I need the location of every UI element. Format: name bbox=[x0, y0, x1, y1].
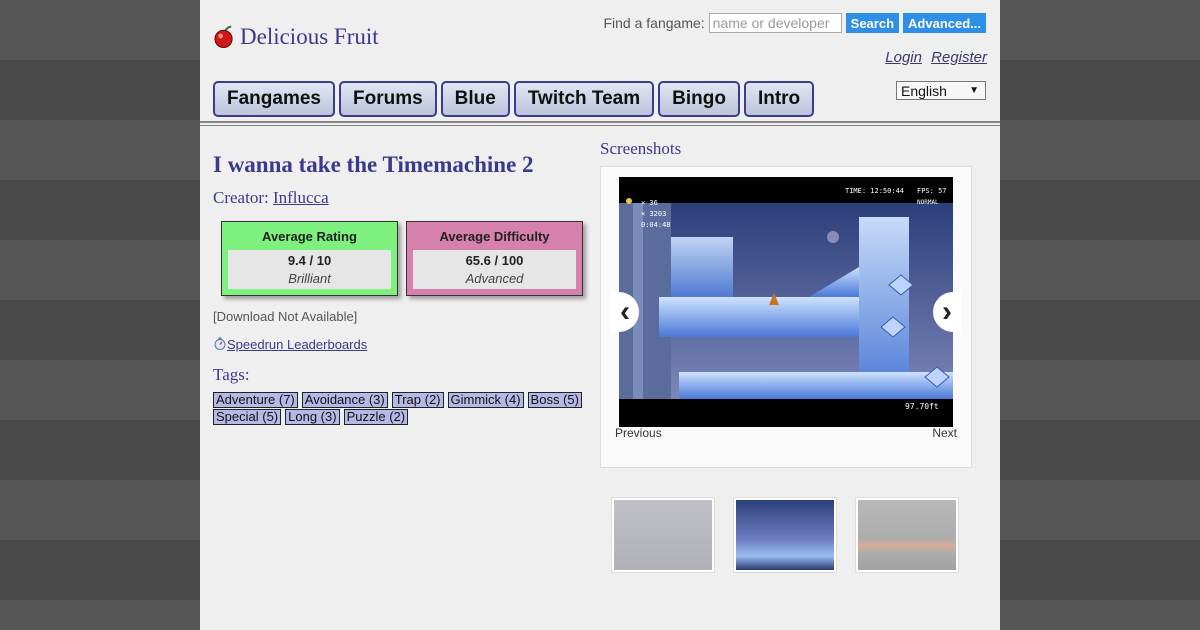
page-container: Delicious Fruit Find a fangame: Search A… bbox=[200, 0, 1000, 630]
nav-bingo[interactable]: Bingo bbox=[658, 81, 740, 117]
tag-long[interactable]: Long (3) bbox=[285, 409, 340, 425]
speedrun-line: Speedrun Leaderboards bbox=[213, 337, 367, 352]
tag-special[interactable]: Special (5) bbox=[213, 409, 282, 425]
average-difficulty-box: Average Difficulty 65.6 / 100 Advanced bbox=[406, 221, 583, 296]
speedrun-link[interactable]: Speedrun Leaderboards bbox=[213, 337, 367, 352]
speedrun-label: Speedrun Leaderboards bbox=[227, 337, 368, 352]
stopwatch-icon bbox=[214, 337, 226, 350]
screenshot-thumbnail-1[interactable] bbox=[611, 497, 715, 573]
screenshot-thumbnail-3[interactable] bbox=[855, 497, 959, 573]
hud-time: TIME: 12:50:44 bbox=[845, 187, 904, 195]
tag-trap[interactable]: Trap (2) bbox=[391, 392, 444, 408]
average-rating-inner: 9.4 / 10 Brilliant bbox=[228, 250, 391, 289]
average-rating-word: Brilliant bbox=[288, 271, 331, 286]
average-difficulty-value: 65.6 / 100 bbox=[465, 253, 524, 268]
hud-counter-1: × 36 bbox=[641, 199, 658, 207]
nav-blue[interactable]: Blue bbox=[440, 81, 510, 117]
nav-twitch-team[interactable]: Twitch Team bbox=[513, 81, 655, 117]
site-name: Delicious Fruit bbox=[240, 24, 379, 49]
tags-title: Tags: bbox=[213, 365, 250, 384]
average-rating-value: 9.4 / 10 bbox=[287, 253, 332, 268]
creator-label: Creator: bbox=[213, 188, 269, 207]
average-difficulty-title: Average Difficulty bbox=[439, 229, 550, 244]
tag-puzzle[interactable]: Puzzle (2) bbox=[343, 409, 409, 425]
thumbnail-image-1 bbox=[614, 500, 712, 570]
average-rating-box: Average Rating 9.4 / 10 Brilliant bbox=[221, 221, 398, 296]
game-screenshot-art: × 36 × 3203 0:04:48 TIME: 12:50:44 FPS: … bbox=[619, 177, 953, 427]
cherry-icon bbox=[214, 25, 233, 49]
nav-fangames[interactable]: Fangames bbox=[213, 81, 335, 117]
game-title: I wanna take the Timemachine 2 bbox=[213, 152, 534, 177]
caret-down-icon: ▼ bbox=[969, 85, 979, 96]
screenshots-title: Screenshots bbox=[600, 139, 682, 158]
language-select[interactable]: English ▼ bbox=[896, 81, 986, 100]
hud-counter-3: 0:04:48 bbox=[641, 221, 671, 229]
login-link[interactable]: Login bbox=[885, 49, 922, 66]
hud-bottom: 97.70ft bbox=[905, 402, 939, 411]
carousel-next-label[interactable]: Next bbox=[932, 426, 957, 440]
tag-avoidance[interactable]: Avoidance (3) bbox=[301, 392, 388, 408]
creator-link[interactable]: Influcca bbox=[273, 188, 329, 207]
auth-links: Login Register bbox=[880, 49, 987, 66]
nav-intro[interactable]: Intro bbox=[743, 81, 815, 117]
carousel-prev-label[interactable]: Previous bbox=[615, 426, 662, 440]
language-selected: English bbox=[901, 82, 947, 99]
tag-boss[interactable]: Boss (5) bbox=[527, 392, 582, 408]
main-nav: Fangames Forums Blue Twitch Team Bingo I… bbox=[213, 81, 818, 117]
header-divider bbox=[200, 121, 1000, 123]
creator-line: Creator: Influcca bbox=[213, 188, 329, 208]
thumbnail-image-2 bbox=[736, 500, 834, 570]
tag-gimmick[interactable]: Gimmick (4) bbox=[447, 392, 524, 408]
chevron-left-icon: ‹ bbox=[620, 295, 630, 328]
tag-adventure[interactable]: Adventure (7) bbox=[213, 392, 298, 408]
advanced-search-button[interactable]: Advanced... bbox=[903, 13, 986, 33]
search-button[interactable]: Search bbox=[845, 13, 900, 33]
register-link[interactable]: Register bbox=[931, 49, 987, 66]
screenshot-carousel: × 36 × 3203 0:04:48 TIME: 12:50:44 FPS: … bbox=[600, 166, 972, 468]
average-difficulty-word: Advanced bbox=[465, 271, 524, 286]
search-bar: Find a fangame: Search Advanced... bbox=[603, 13, 986, 33]
hud-fps: FPS: 57 bbox=[917, 187, 947, 195]
screenshot-thumbnail-2[interactable] bbox=[733, 497, 837, 573]
download-status: [Download Not Available] bbox=[213, 309, 358, 324]
average-rating-title: Average Rating bbox=[262, 229, 357, 244]
search-label: Find a fangame: bbox=[603, 15, 705, 31]
search-input[interactable] bbox=[708, 13, 842, 33]
thumbnail-image-3 bbox=[858, 500, 956, 570]
header-divider-thin bbox=[200, 125, 1000, 126]
hud-counter-2: × 3203 bbox=[641, 210, 666, 218]
tag-list: Adventure (7) Avoidance (3) Trap (2) Gim… bbox=[213, 392, 593, 426]
average-difficulty-inner: 65.6 / 100 Advanced bbox=[413, 250, 576, 289]
site-logo[interactable]: Delicious Fruit bbox=[213, 24, 379, 50]
nav-forums[interactable]: Forums bbox=[338, 81, 437, 117]
screenshot-image: × 36 × 3203 0:04:48 TIME: 12:50:44 FPS: … bbox=[619, 177, 953, 427]
chevron-right-icon: › bbox=[942, 295, 952, 328]
hud-mode: NORMAL bbox=[917, 199, 939, 206]
